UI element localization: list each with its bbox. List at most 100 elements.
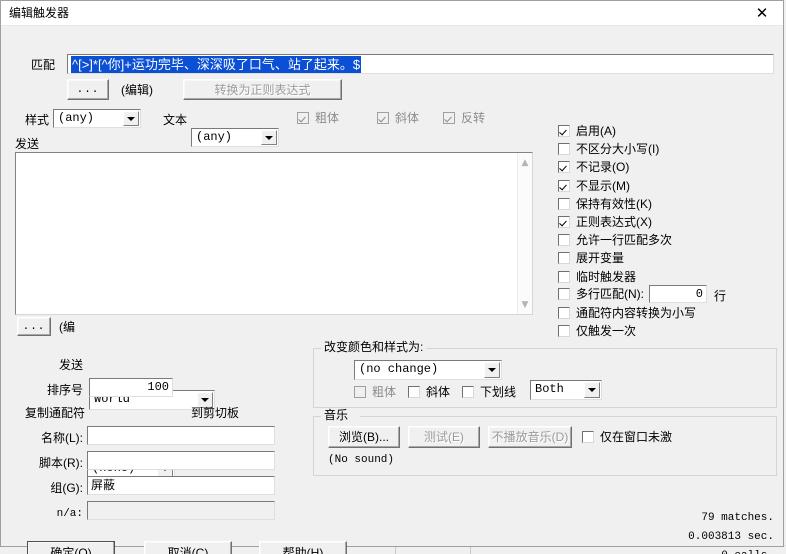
option-label: 不显示(M) — [576, 179, 630, 193]
title-bar: 编辑触发器 ✕ — [1, 1, 783, 26]
na-label: n/a: — [56, 508, 83, 520]
chevron-down-icon[interactable] — [484, 362, 500, 378]
group-input[interactable]: 屏蔽 — [87, 476, 275, 495]
scroll-up-icon[interactable]: ▲ — [518, 155, 532, 170]
style-italic-label: 斜体 — [395, 111, 420, 125]
color-style-group: 改变颜色和样式为: (no change) Both 粗体 斜体 下划线 — [313, 340, 777, 408]
script-label: 脚本(R): — [39, 456, 83, 470]
checkbox-box — [558, 180, 570, 192]
ok-button[interactable]: 确定(O) — [27, 541, 115, 554]
match-input[interactable]: ^[>]*[^你]+运功完毕、深深吸了口气、站了起来。$ — [67, 54, 774, 74]
color-underline-label: 下划线 — [480, 385, 517, 399]
option-label: 不记录(O) — [576, 160, 630, 174]
style-select-value: (any) — [58, 111, 95, 125]
option-checkbox-6[interactable]: 允许一行匹配多次 — [558, 233, 672, 247]
color-which-select[interactable]: Both — [530, 380, 602, 400]
checkbox-box — [558, 325, 570, 337]
option-tail-checkbox-1[interactable]: 仅触发一次 — [558, 324, 636, 338]
checkbox-box — [462, 386, 474, 398]
text-label: 文本 — [163, 113, 188, 127]
group-label: 组(G): — [50, 481, 83, 495]
match-edit-hint: (编辑) — [121, 83, 153, 97]
chevron-down-icon[interactable] — [584, 382, 600, 398]
stats-matches: 79 matches. — [701, 512, 774, 524]
convert-to-regex-button[interactable]: 转换为正则表达式 — [183, 79, 342, 100]
option-label: 临时触发器 — [576, 270, 637, 284]
style-inverse-label: 反转 — [461, 111, 486, 125]
send-textarea[interactable]: ▲ ▼ — [15, 152, 533, 315]
send-edit-hint: (编 — [59, 320, 75, 334]
sound-test-button[interactable]: 测试(E) — [408, 426, 480, 448]
color-select[interactable]: (no change) — [354, 360, 502, 380]
checkbox-box — [297, 112, 309, 124]
close-icon[interactable]: ✕ — [741, 1, 783, 25]
copy-wildcard-label: 复制通配符 — [24, 406, 85, 420]
checkbox-box — [408, 386, 420, 398]
name-label: 名称(L): — [40, 431, 83, 445]
style-italic-checkbox[interactable]: 斜体 — [377, 111, 419, 125]
window-title: 编辑触发器 — [9, 6, 70, 20]
option-checkbox-0[interactable]: 启用(A) — [558, 124, 616, 138]
color-select-value: (no change) — [359, 362, 439, 376]
option-checkbox-3[interactable]: 不显示(M) — [558, 179, 630, 193]
checkbox-box — [558, 307, 570, 319]
style-bold-checkbox[interactable]: 粗体 — [297, 111, 339, 125]
chevron-down-icon[interactable] — [261, 130, 277, 145]
style-select[interactable]: (any) — [53, 109, 141, 128]
option-label: 仅触发一次 — [576, 324, 637, 338]
option-checkbox-7[interactable]: 展开变量 — [558, 251, 624, 265]
scroll-down-icon[interactable]: ▼ — [518, 297, 532, 312]
sound-status-label: (No sound) — [328, 454, 395, 466]
clipboard-label: 到剪切板 — [191, 406, 240, 420]
checkbox-box — [558, 252, 570, 264]
group-value: 屏蔽 — [91, 478, 116, 492]
checkbox-box — [558, 271, 570, 283]
send-label: 发送 — [15, 137, 40, 151]
sequence-label: 排序号 — [46, 383, 83, 397]
name-input[interactable] — [87, 426, 275, 445]
color-bold-checkbox[interactable]: 粗体 — [354, 385, 396, 399]
option-label: 展开变量 — [576, 251, 625, 265]
chevron-down-icon[interactable] — [123, 111, 139, 126]
checkbox-box — [443, 112, 455, 124]
dialog-client-area: 匹配 ^[>]*[^你]+运功完毕、深深吸了口气、站了起来。$ ... (编辑)… — [1, 26, 783, 554]
color-style-group-title: 改变颜色和样式为: — [321, 340, 427, 354]
send-textarea-scrollbar[interactable]: ▲ ▼ — [517, 153, 532, 314]
screen: 编辑触发器 ✕ 匹配 ^[>]*[^你]+运功完毕、深深吸了口气、站了起来。$ … — [0, 0, 786, 554]
checkbox-box — [558, 198, 570, 210]
option-multiline-checkbox[interactable]: 多行匹配(N): — [558, 287, 644, 301]
option-checkbox-8[interactable]: 临时触发器 — [558, 270, 636, 284]
text-select[interactable]: (any) — [191, 128, 279, 147]
multiline-lines-value: 0 — [695, 287, 703, 301]
help-button[interactable]: 帮助(H) — [259, 541, 347, 554]
option-checkbox-5[interactable]: 正则表达式(X) — [558, 215, 652, 229]
checkbox-box — [354, 386, 366, 398]
sound-stop-button[interactable]: 不播放音乐(D) — [488, 426, 572, 448]
cancel-button[interactable]: 取消(C) — [144, 541, 232, 554]
sound-inactive-label: 仅在窗口未激 — [600, 430, 673, 444]
checkbox-box — [558, 288, 570, 300]
option-checkbox-4[interactable]: 保持有效性(K) — [558, 197, 652, 211]
checkbox-box — [558, 161, 570, 173]
style-inverse-checkbox[interactable]: 反转 — [443, 111, 485, 125]
option-label: 不区分大小写(I) — [576, 142, 660, 156]
sound-browse-button[interactable]: 浏览(B)... — [328, 426, 400, 448]
option-tail-checkbox-0[interactable]: 通配符内容转换为小写 — [558, 306, 696, 320]
checkbox-box — [558, 234, 570, 246]
color-underline-checkbox[interactable]: 下划线 — [462, 385, 516, 399]
option-checkbox-1[interactable]: 不区分大小写(I) — [558, 142, 659, 156]
multiline-lines-input[interactable]: 0 — [649, 285, 707, 303]
option-label: 允许一行匹配多次 — [576, 233, 673, 247]
match-edit-button[interactable]: ... — [67, 79, 109, 100]
sound-inactive-checkbox[interactable]: 仅在窗口未激 — [582, 430, 672, 444]
match-label: 匹配 — [31, 58, 56, 72]
sequence-input[interactable]: 100 — [89, 378, 173, 397]
checkbox-box — [558, 125, 570, 137]
script-input[interactable] — [87, 451, 275, 470]
option-checkbox-2[interactable]: 不记录(O) — [558, 160, 629, 174]
option-multiline-label: 多行匹配(N): — [576, 287, 644, 301]
send-edit-button[interactable]: ... — [17, 317, 51, 336]
color-italic-checkbox[interactable]: 斜体 — [408, 385, 450, 399]
style-label: 样式 — [25, 113, 50, 127]
match-input-value: ^[>]*[^你]+运功完毕、深深吸了口气、站了起来。$ — [71, 56, 362, 73]
